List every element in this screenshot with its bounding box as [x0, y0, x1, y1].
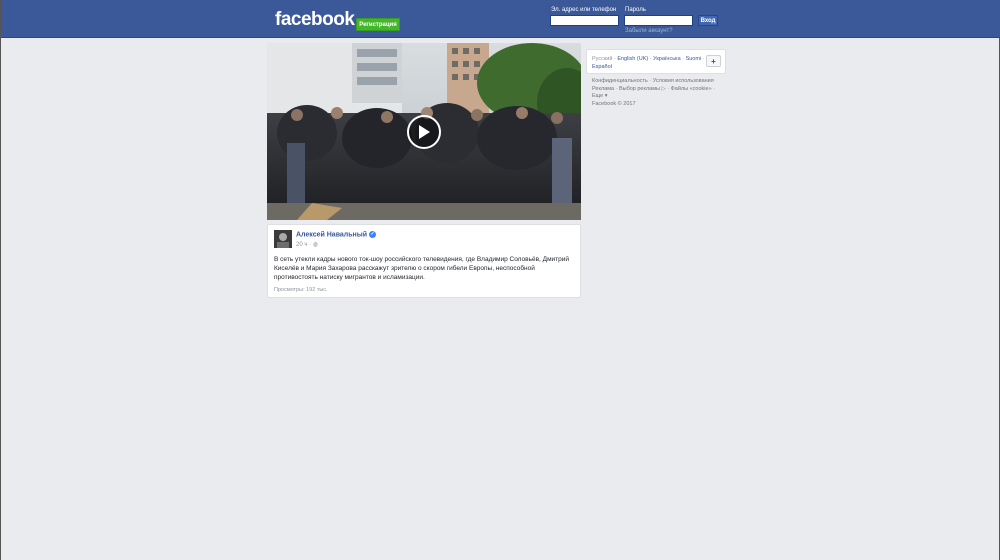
- footer-separator: ·: [711, 85, 716, 92]
- footer-cookies-link[interactable]: Файлы «cookie»: [671, 86, 712, 92]
- post-views: Просмотры: 192 тыс.: [274, 287, 328, 293]
- footer-more-link[interactable]: Еще: [592, 93, 603, 99]
- post-author[interactable]: Алексей Навальный ✓: [296, 231, 377, 238]
- avatar[interactable]: [274, 230, 292, 248]
- language-finnish[interactable]: Suomi: [686, 56, 702, 62]
- register-button[interactable]: Регистрация: [356, 18, 400, 31]
- language-box: Русский · English (UK) · Українська · Su…: [586, 49, 726, 74]
- language-separator: ·: [702, 56, 705, 62]
- footer-terms-link[interactable]: Условия использования: [653, 78, 714, 84]
- footer-adchoices-link[interactable]: Выбор рекламы: [619, 86, 660, 92]
- more-languages-button[interactable]: +: [706, 55, 721, 67]
- verified-icon: ✓: [369, 231, 377, 238]
- language-list: Русский · English (UK) · Українська · Su…: [592, 55, 706, 71]
- login-button[interactable]: Вход: [698, 15, 718, 26]
- footer-copyright: Facebook © 2017: [592, 100, 636, 107]
- language-ukrainian[interactable]: Українська: [653, 56, 681, 62]
- email-input[interactable]: [550, 15, 619, 26]
- email-label: Эл. адрес или телефон: [551, 7, 617, 13]
- globe-icon: ◍: [312, 242, 319, 248]
- play-button[interactable]: [407, 115, 441, 149]
- facebook-logo[interactable]: facebook: [275, 9, 355, 31]
- footer-privacy-link[interactable]: Конфиденциальность: [592, 78, 648, 84]
- play-icon: [419, 125, 430, 139]
- language-spanish[interactable]: Español: [592, 64, 612, 70]
- password-input[interactable]: [624, 15, 693, 26]
- top-bar: facebook Регистрация Эл. адрес или телеф…: [1, 0, 1000, 38]
- footer-ads-link[interactable]: Реклама: [592, 86, 614, 92]
- post-author-name[interactable]: Алексей Навальный: [296, 231, 367, 238]
- forgot-account-link[interactable]: Забыли аккаунт?: [625, 28, 673, 34]
- footer-links: Конфиденциальность · Условия использован…: [592, 78, 726, 108]
- post-card: Алексей Навальный ✓ 20 ч · ◍ В сеть утекл…: [267, 224, 581, 298]
- language-current: Русский: [592, 56, 613, 62]
- avatar-image: [274, 230, 292, 248]
- post-meta: 20 ч · ◍: [296, 241, 318, 248]
- chevron-down-icon: ▾: [603, 93, 608, 99]
- post-time[interactable]: 20 ч: [296, 242, 307, 248]
- post-text: В сеть утекли кадры нового ток-шоу росси…: [274, 256, 570, 281]
- page-frame: facebook Регистрация Эл. адрес или телеф…: [0, 0, 1000, 560]
- password-label: Пароль: [625, 7, 646, 13]
- language-english[interactable]: English (UK): [617, 56, 648, 62]
